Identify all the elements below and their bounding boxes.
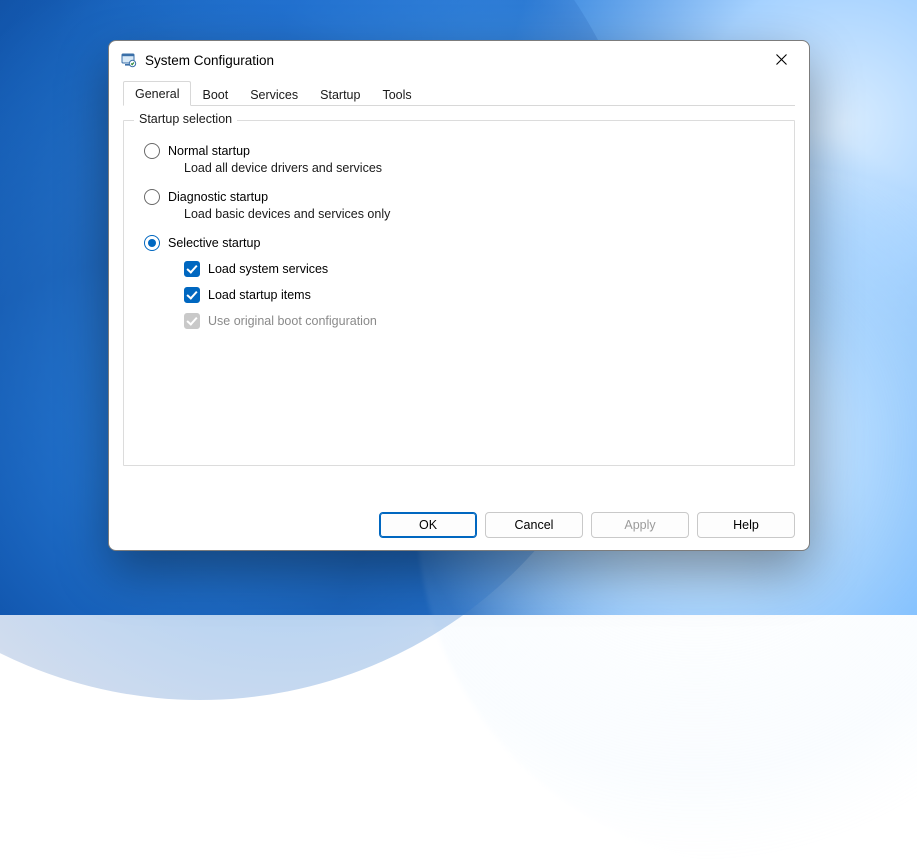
diagnostic-startup-desc: Load basic devices and services only	[184, 207, 776, 221]
close-button[interactable]	[759, 45, 803, 75]
window-title: System Configuration	[145, 53, 274, 68]
radio-diagnostic-startup[interactable]	[144, 189, 160, 205]
dialog-button-row: OK Cancel Apply Help	[123, 498, 795, 538]
radio-normal-label[interactable]: Normal startup	[168, 144, 250, 158]
tab-tools[interactable]: Tools	[371, 83, 422, 106]
titlebar: System Configuration	[109, 41, 809, 79]
radio-normal-startup[interactable]	[144, 143, 160, 159]
help-button[interactable]: Help	[697, 512, 795, 538]
close-icon	[776, 53, 787, 68]
checkbox-original-label: Use original boot configuration	[208, 314, 377, 328]
radio-selective-label[interactable]: Selective startup	[168, 236, 260, 250]
tab-startup[interactable]: Startup	[309, 83, 371, 106]
apply-button: Apply	[591, 512, 689, 538]
tab-boot[interactable]: Boot	[191, 83, 239, 106]
system-configuration-dialog: System Configuration General Boot Servic…	[108, 40, 810, 551]
radio-diagnostic-label[interactable]: Diagnostic startup	[168, 190, 268, 204]
checkbox-load-system-services[interactable]	[184, 261, 200, 277]
checkbox-services-label[interactable]: Load system services	[208, 262, 328, 276]
radio-selective-startup[interactable]	[144, 235, 160, 251]
app-icon	[121, 52, 137, 68]
client-area: General Boot Services Startup Tools Star…	[109, 79, 809, 550]
tab-strip: General Boot Services Startup Tools	[123, 79, 795, 106]
groupbox-title: Startup selection	[134, 112, 237, 126]
tab-general[interactable]: General	[123, 81, 191, 106]
checkbox-original-boot-config	[184, 313, 200, 329]
ok-button[interactable]: OK	[379, 512, 477, 538]
checkbox-load-startup-items[interactable]	[184, 287, 200, 303]
startup-selection-group: Startup selection Normal startup Load al…	[123, 120, 795, 466]
tab-services[interactable]: Services	[239, 83, 309, 106]
checkbox-startup-label[interactable]: Load startup items	[208, 288, 311, 302]
normal-startup-desc: Load all device drivers and services	[184, 161, 776, 175]
cancel-button[interactable]: Cancel	[485, 512, 583, 538]
